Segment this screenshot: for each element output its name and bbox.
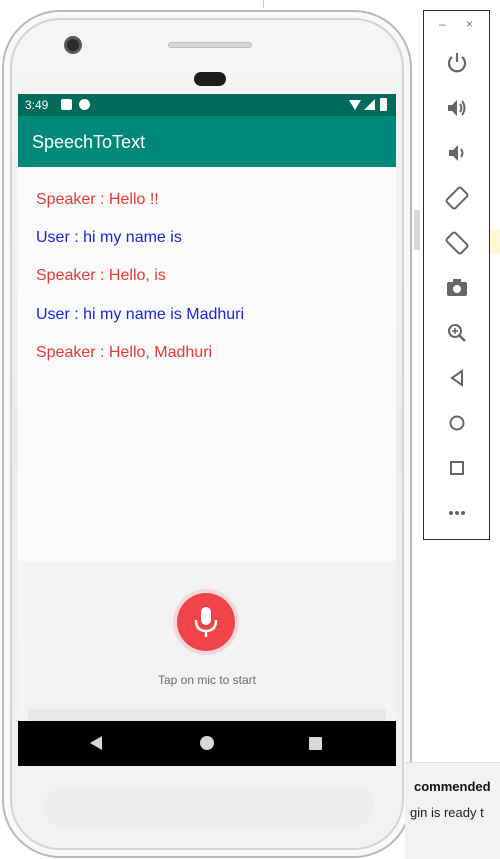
cell-signal-icon <box>364 99 375 110</box>
phone-chin <box>44 787 374 827</box>
app-bar: SpeechToText <box>18 116 396 167</box>
emulator-toolbar: – × <box>423 10 490 540</box>
front-camera <box>64 36 82 54</box>
minimize-button[interactable]: – <box>439 17 446 31</box>
ide-divider <box>263 0 264 8</box>
recents-square-icon[interactable] <box>309 737 322 750</box>
notification-app-icon <box>79 99 90 110</box>
ide-scroll-strip <box>414 210 420 250</box>
microphone-icon <box>194 607 218 637</box>
status-bar: 3:49 <box>18 94 396 116</box>
android-nav-bar <box>18 721 396 766</box>
transcript-item-speaker: Speaker : Hello, is <box>36 267 166 284</box>
earpiece <box>194 72 226 86</box>
ide-highlight <box>490 230 500 254</box>
wifi-icon <box>349 100 361 110</box>
battery-icon <box>380 98 387 111</box>
app-title: SpeechToText <box>32 132 146 152</box>
panel-divider <box>28 709 386 721</box>
notification-title: commended <box>414 779 491 794</box>
overview-icon[interactable] <box>443 454 471 482</box>
rotate-right-icon[interactable] <box>443 229 471 257</box>
transcript-item-speaker: Speaker : Hello !! <box>36 191 159 208</box>
volume-up-icon[interactable] <box>443 94 471 122</box>
transcript-item-user: User : hi my name is Madhuri <box>36 306 245 323</box>
transcript-item-speaker: Speaker : Hello, Madhuri <box>36 344 213 361</box>
close-button[interactable]: × <box>466 17 473 31</box>
ide-notification: commended gin is ready t <box>405 762 500 859</box>
back-triangle-icon[interactable] <box>90 736 102 750</box>
back-icon[interactable] <box>443 364 471 392</box>
rotate-left-icon[interactable] <box>443 184 471 212</box>
transcript-item-user: User : hi my name is <box>36 229 182 246</box>
more-icon[interactable] <box>443 499 471 527</box>
transcript-list: Speaker : Hello !! User : hi my name is … <box>18 167 396 561</box>
zoom-icon[interactable] <box>443 319 471 347</box>
phone-screen: 3:49 SpeechToText Speaker : Hello !! Use… <box>18 94 396 766</box>
mic-panel: Tap on mic to start <box>18 561 396 721</box>
power-icon[interactable] <box>443 49 471 77</box>
home-icon[interactable] <box>443 409 471 437</box>
speaker-grill <box>168 42 252 48</box>
mic-hint: Tap on mic to start <box>157 673 257 687</box>
notification-body: gin is ready t <box>410 805 484 820</box>
camera-icon[interactable] <box>443 274 471 302</box>
home-circle-icon[interactable] <box>200 736 214 750</box>
status-time: 3:49 <box>25 98 49 112</box>
volume-down-icon[interactable] <box>443 139 471 167</box>
mic-button[interactable] <box>177 593 235 651</box>
sd-card-icon <box>61 99 72 110</box>
